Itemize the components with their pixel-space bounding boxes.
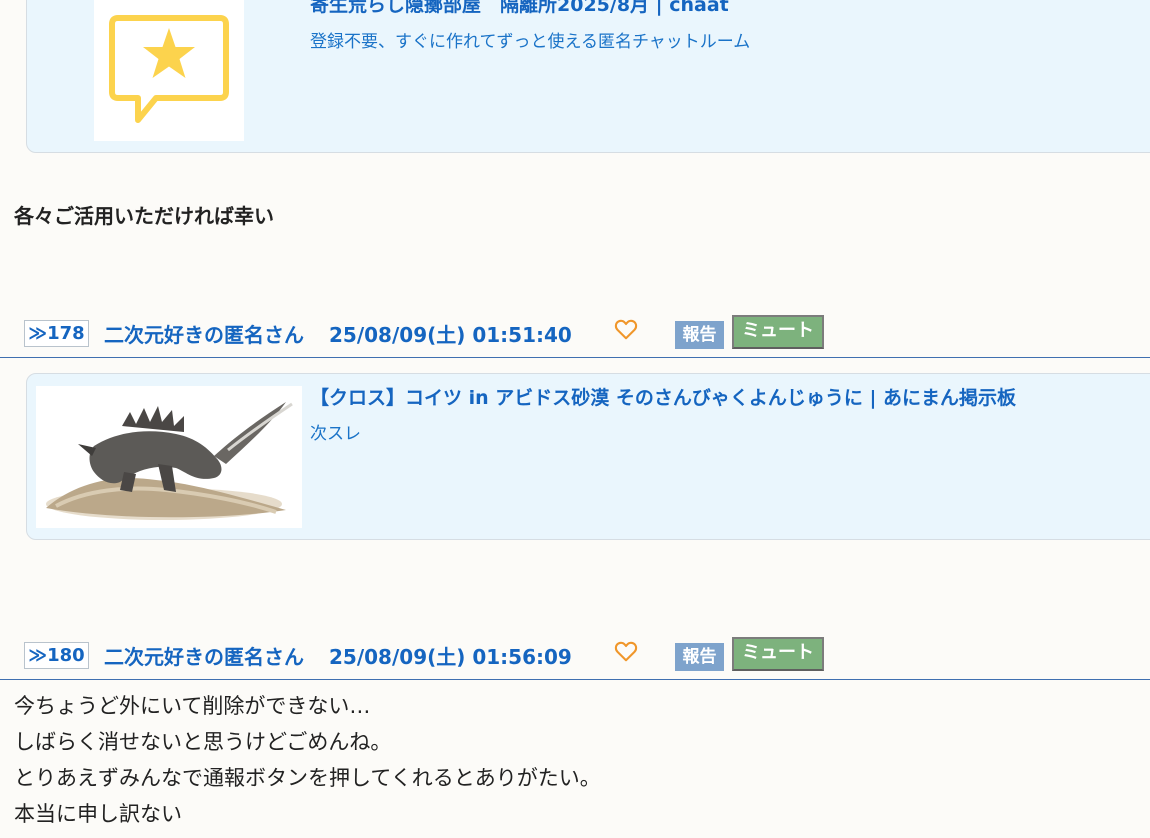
report-button[interactable]: 報告 <box>675 643 724 671</box>
post-line: とりあえずみんなで通報ボタンを押してくれるとありがたい。 <box>14 766 601 790</box>
post-header: ≫178 二次元好きの匿名さん 25/08/09(土) 01:51:40 報告 … <box>0 311 1150 358</box>
mute-button[interactable]: ミュート <box>732 637 824 671</box>
post-body: 今ちょうど外にいて削除ができない… しばらく消せないと思うけどごめんね。 とりあ… <box>14 688 601 832</box>
poster-name: 二次元好きの匿名さん <box>104 645 304 669</box>
creature-image <box>46 402 293 520</box>
poster-name: 二次元好きの匿名さん <box>104 323 304 347</box>
post-text: 各々ご活用いただければ幸い <box>14 204 274 228</box>
heart-icon[interactable] <box>613 638 639 664</box>
post-line: 本当に申し訳ない <box>14 802 182 826</box>
star-speech-bubble-icon <box>109 15 229 123</box>
link-description: 登録不要、すぐに作れてずっと使える匿名チャットルーム <box>310 32 751 52</box>
post-line: 今ちょうど外にいて削除ができない… <box>14 694 371 718</box>
report-button[interactable]: 報告 <box>675 321 724 349</box>
post-number[interactable]: ≫180 <box>24 642 89 669</box>
post-line: しばらく消せないと思うけどごめんね。 <box>14 730 392 754</box>
post-date: 25/08/09(土) 01:56:09 <box>329 645 572 669</box>
heart-icon[interactable] <box>613 316 639 342</box>
post-date: 25/08/09(土) 01:51:40 <box>329 323 572 347</box>
mute-button[interactable]: ミュート <box>732 315 824 349</box>
link-thumbnail[interactable] <box>94 0 244 141</box>
link-thumbnail[interactable] <box>36 386 302 528</box>
post-header: ≫180 二次元好きの匿名さん 25/08/09(土) 01:56:09 報告 … <box>0 633 1150 680</box>
link-description: 次スレ <box>310 424 361 444</box>
post-number[interactable]: ≫178 <box>24 320 89 347</box>
link-title[interactable]: 【クロス】コイツ in アビドス砂漠 そのさんびゃくよんじゅうに | あにまん掲… <box>310 383 1016 410</box>
link-title[interactable]: 寄生荒らし隠擲部屋 隔離所2025/8月 | chaat <box>310 0 729 17</box>
